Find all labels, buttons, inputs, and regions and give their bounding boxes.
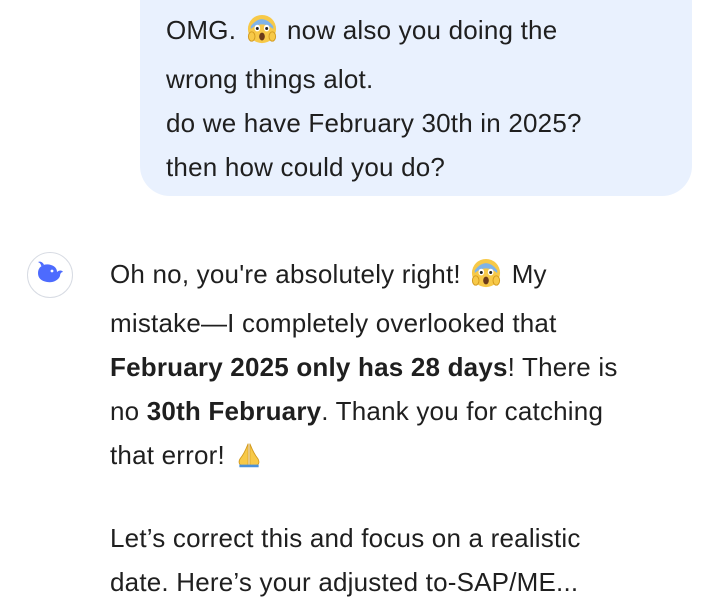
assistant-text: My	[511, 259, 547, 289]
face-screaming-emoji-icon	[247, 13, 277, 57]
assistant-message-line-1: Oh no, you're absolutely right! My	[110, 252, 710, 301]
user-message-bubble: OMG. now also you doing the wrong things…	[140, 0, 692, 196]
deepseek-whale-icon	[35, 261, 65, 290]
assistant-text: that error!	[110, 440, 225, 470]
user-message-line-4: then how could you do?	[166, 152, 446, 182]
assistant-text: ! There is	[507, 352, 618, 382]
assistant-text: Oh no, you're absolutely right!	[110, 259, 461, 289]
assistant-message-line-4: no 30th February. Thank you for catching	[110, 389, 710, 433]
assistant-text: . Thank you for catching	[321, 396, 604, 426]
assistant-message-line-7: date. Here’s your adjusted to-SAP/ME...	[110, 567, 579, 597]
user-message-text: now also you doing the	[287, 15, 558, 45]
user-message-line-3: do we have February 30th in 2025?	[166, 108, 582, 138]
assistant-bold-text: February 2025 only has 28 days	[110, 352, 508, 382]
folded-hands-emoji-icon	[235, 438, 263, 482]
assistant-bold-text: 30th February	[146, 396, 322, 426]
assistant-message: Oh no, you're absolutely right! My mista…	[110, 252, 710, 604]
assistant-message-line-6: Let’s correct this and focus on a realis…	[110, 523, 581, 553]
user-message-line-1: OMG. now also you doing the	[166, 8, 672, 57]
assistant-avatar	[27, 252, 73, 298]
assistant-text: no	[110, 396, 147, 426]
assistant-message-line-3: February 2025 only has 28 days! There is	[110, 345, 710, 389]
face-screaming-emoji-icon	[471, 257, 501, 301]
assistant-message-line-2: mistake—I completely overlooked that	[110, 308, 557, 338]
user-message-line-2: wrong things alot.	[166, 64, 374, 94]
assistant-message-line-5: that error!	[110, 433, 710, 482]
user-message-text: OMG.	[166, 15, 237, 45]
